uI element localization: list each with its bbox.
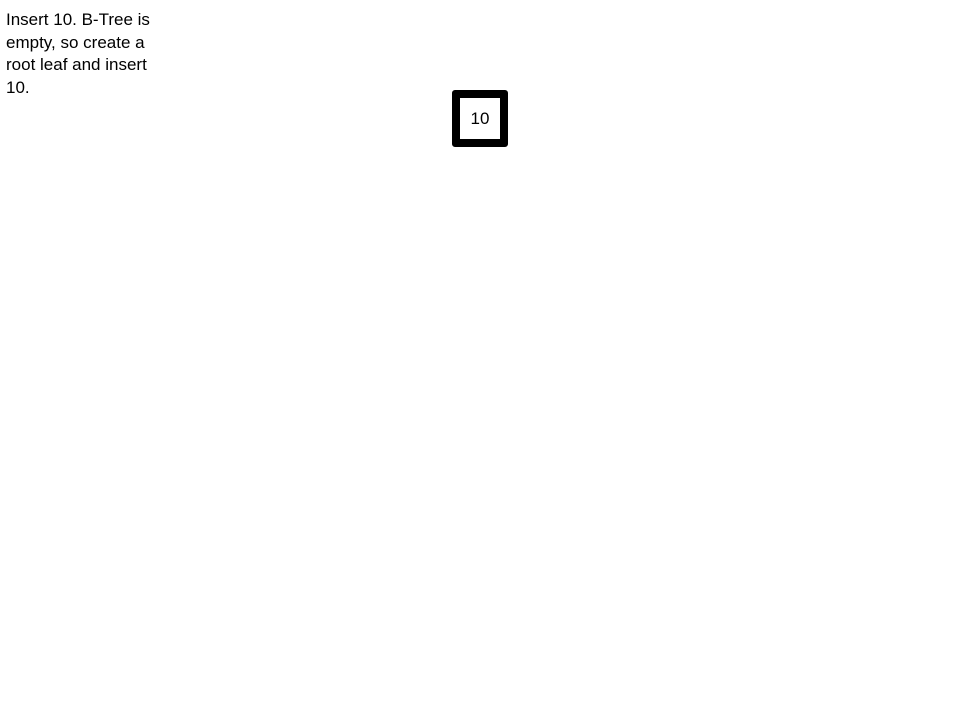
btree-canvas: 10 bbox=[0, 0, 960, 720]
node-key: 10 bbox=[470, 109, 490, 128]
root-leaf-node: 10 bbox=[452, 90, 508, 147]
